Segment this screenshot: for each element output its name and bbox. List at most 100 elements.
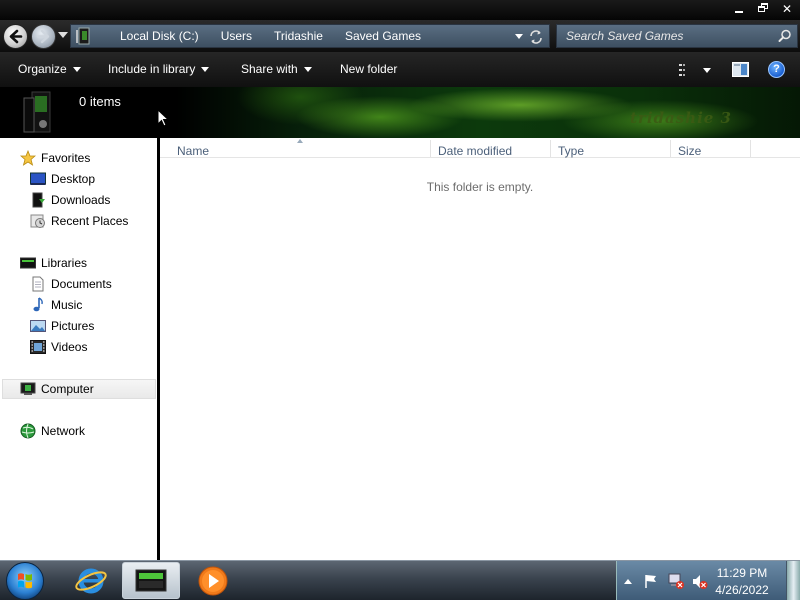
breadcrumb-local-disk[interactable]: Local Disk (C:) — [114, 24, 205, 48]
change-view-button[interactable] — [676, 62, 714, 78]
network-icon — [20, 423, 36, 439]
navigation-pane: Favorites Desktop Downloads Recent Place… — [0, 138, 157, 560]
sidebar-item-libraries[interactable]: Libraries — [0, 253, 157, 273]
refresh-button[interactable] — [527, 28, 545, 46]
folder-icon — [23, 91, 51, 133]
sidebar-item-label: Music — [51, 298, 83, 312]
sidebar-item-documents[interactable]: Documents — [0, 274, 157, 294]
organize-label: Organize — [18, 62, 67, 76]
sidebar-item-label: Downloads — [51, 193, 111, 207]
search-input[interactable] — [557, 25, 772, 47]
sidebar-item-pictures[interactable]: Pictures — [0, 316, 157, 336]
minimize-icon — [735, 11, 743, 13]
include-in-library-button[interactable]: Include in library — [108, 52, 210, 87]
details-header: 0 items tridashie 3 — [0, 87, 800, 138]
sidebar-item-label: Desktop — [51, 172, 96, 186]
column-divider[interactable] — [550, 140, 551, 157]
chevron-down-icon — [72, 67, 81, 73]
taskbar-windows-explorer[interactable] — [122, 562, 180, 599]
taskbar: 11:29 PM 4/26/2022 — [0, 560, 800, 600]
documents-icon — [32, 276, 44, 292]
breadcrumb-users[interactable]: Users — [215, 24, 258, 48]
window-title-bar: ✕ — [0, 0, 800, 20]
sidebar-item-music[interactable]: Music — [0, 295, 157, 315]
command-bar: Organize Include in library Share with N… — [0, 52, 800, 87]
file-list-view[interactable]: Name Date modified Type Size This folder… — [160, 138, 800, 560]
explorer-folder-icon — [135, 569, 167, 592]
restore-button[interactable] — [756, 2, 770, 16]
pictures-icon — [30, 320, 46, 332]
help-button[interactable]: ? — [768, 61, 785, 78]
column-divider[interactable] — [670, 140, 671, 157]
desktop-icon — [30, 172, 46, 185]
refresh-icon — [530, 30, 542, 44]
sidebar-item-desktop[interactable]: Desktop — [0, 169, 157, 189]
back-arrow-icon — [9, 29, 23, 44]
videos-icon — [30, 340, 46, 354]
taskbar-internet-explorer[interactable] — [62, 562, 120, 599]
sidebar-item-label: Favorites — [41, 151, 91, 165]
sidebar-item-recent-places[interactable]: Recent Places — [0, 211, 157, 231]
address-bar[interactable]: Local Disk (C:) Users Tridashie Saved Ga… — [70, 24, 550, 48]
recent-pages-dropdown[interactable] — [58, 32, 68, 38]
network-status-icon[interactable] — [667, 572, 685, 590]
sidebar-item-label: Libraries — [41, 256, 88, 270]
computer-icon — [20, 382, 36, 395]
sidebar-item-computer[interactable]: Computer — [2, 379, 156, 399]
sidebar-item-favorites[interactable]: Favorites — [0, 148, 157, 168]
share-with-button[interactable]: Share with — [241, 52, 312, 87]
internet-explorer-icon — [75, 568, 107, 594]
column-header-name[interactable]: Name — [177, 138, 209, 158]
taskbar-media-player[interactable] — [184, 562, 242, 599]
sidebar-item-network[interactable]: Network — [0, 421, 157, 441]
new-folder-button[interactable]: New folder — [340, 52, 397, 87]
action-center-flag-icon[interactable] — [643, 573, 659, 589]
music-icon — [33, 297, 43, 312]
breadcrumb-saved-games[interactable]: Saved Games — [339, 24, 427, 48]
show-desktop-button[interactable] — [786, 561, 800, 600]
show-hidden-icons-button[interactable] — [623, 578, 633, 585]
start-button[interactable] — [6, 562, 44, 600]
search-box[interactable] — [556, 24, 798, 48]
column-divider[interactable] — [750, 140, 751, 157]
column-header-size[interactable]: Size — [678, 138, 701, 158]
mouse-cursor-icon — [157, 109, 169, 127]
sidebar-item-label: Pictures — [51, 319, 95, 333]
organize-button[interactable]: Organize — [18, 52, 81, 87]
sidebar-item-label: Documents — [51, 277, 112, 291]
navigation-bar: Local Disk (C:) Users Tridashie Saved Ga… — [0, 20, 800, 52]
column-divider[interactable] — [430, 140, 431, 157]
back-button[interactable] — [3, 24, 28, 49]
preview-pane-button[interactable] — [732, 62, 749, 77]
folder-icon — [74, 25, 96, 47]
minimize-button[interactable] — [732, 2, 746, 16]
column-header-type[interactable]: Type — [558, 138, 584, 158]
window-controls: ✕ — [732, 2, 794, 16]
media-player-icon — [198, 566, 228, 596]
sidebar-item-label: Computer — [41, 382, 94, 396]
share-with-label: Share with — [241, 62, 298, 76]
close-button[interactable]: ✕ — [780, 2, 794, 16]
breadcrumb-tridashie[interactable]: Tridashie — [268, 24, 329, 48]
downloads-icon — [32, 192, 45, 208]
search-icon[interactable] — [778, 29, 792, 43]
item-count: 0 items — [79, 94, 121, 109]
clock-time[interactable]: 11:29 PM — [701, 566, 783, 580]
notification-area: 11:29 PM 4/26/2022 — [616, 561, 800, 600]
chevron-down-icon — [201, 67, 210, 73]
sidebar-item-videos[interactable]: Videos — [0, 337, 157, 357]
sidebar-item-label: Recent Places — [51, 214, 129, 228]
sidebar-item-label: Network — [41, 424, 86, 438]
sidebar-item-downloads[interactable]: Downloads — [0, 190, 157, 210]
sort-ascending-icon — [297, 139, 303, 143]
chevron-down-icon — [303, 67, 312, 73]
forward-button[interactable] — [31, 24, 56, 49]
address-history-dropdown[interactable] — [515, 34, 523, 39]
column-header-date-modified[interactable]: Date modified — [438, 138, 512, 158]
sidebar-item-label: Videos — [51, 340, 88, 354]
windows-logo-icon — [18, 573, 32, 589]
preview-pane-icon — [732, 62, 749, 77]
include-in-library-label: Include in library — [108, 62, 196, 76]
recent-places-icon — [30, 214, 45, 228]
clock-date[interactable]: 4/26/2022 — [701, 583, 783, 597]
